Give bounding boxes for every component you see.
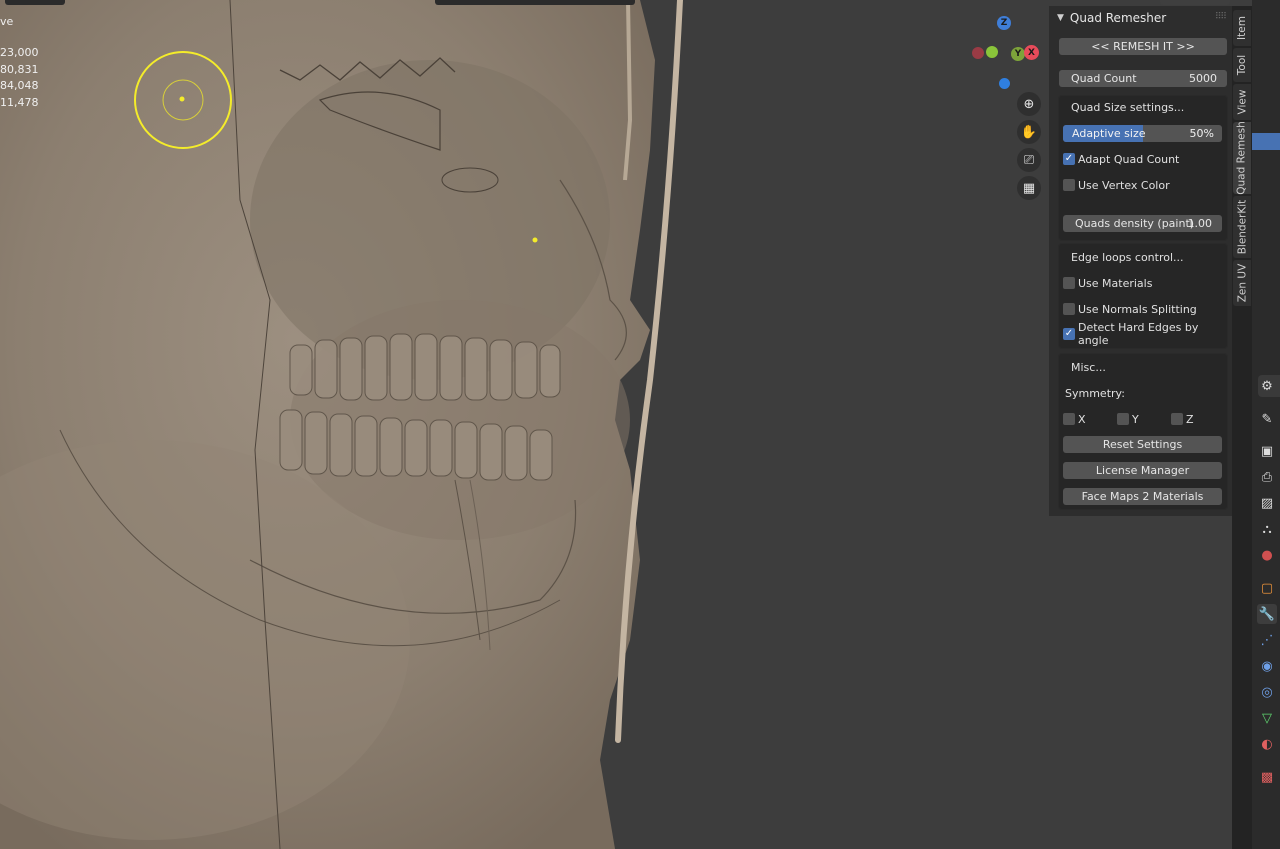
license-manager-button[interactable]: License Manager: [1063, 462, 1222, 479]
gizmo-y-label: Y: [1014, 49, 1022, 59]
remesh-it-button[interactable]: << REMESH IT >>: [1059, 38, 1227, 55]
adapt-quad-count-checkbox[interactable]: ✓ Adapt Quad Count: [1063, 151, 1179, 167]
tab-quad-remesh[interactable]: Quad Remesh: [1233, 121, 1251, 195]
use-vertex-color-checkbox[interactable]: Use Vertex Color: [1063, 177, 1170, 193]
symmetry-y-checkbox[interactable]: Y: [1117, 411, 1139, 427]
tab-view[interactable]: View: [1233, 84, 1251, 120]
tab-item[interactable]: Item: [1233, 10, 1251, 46]
sidebar-tabs: Item Tool View Quad Remesh BlenderKit Ze…: [1232, 6, 1252, 849]
symmetry-x-checkbox[interactable]: X: [1063, 411, 1086, 427]
scene-statistics: ve 23,000 80,831 84,048 11,478: [0, 14, 39, 112]
tab-quad-remesh-label: Quad Remesh: [1236, 121, 1248, 195]
use-materials-checkbox[interactable]: Use Materials: [1063, 275, 1152, 291]
use-normals-splitting-checkbox[interactable]: Use Normals Splitting: [1063, 301, 1197, 317]
quad-remesher-panel: ▼ Quad Remesher ⠿⠿ << REMESH IT >> Quad …: [1049, 6, 1232, 516]
checkbox-checked-icon[interactable]: ✓: [1063, 328, 1075, 340]
constraints-properties-icon[interactable]: ◎: [1257, 682, 1277, 702]
edge-loops-title: Edge loops control...: [1071, 251, 1184, 264]
output-properties-icon[interactable]: ⎙: [1257, 467, 1277, 487]
face-maps-2-materials-button[interactable]: Face Maps 2 Materials: [1063, 488, 1222, 505]
tab-zen-uv-label: Zen UV: [1236, 263, 1249, 303]
checkbox-unchecked-icon[interactable]: [1171, 413, 1183, 425]
gizmo-z-label: Z: [1000, 18, 1008, 28]
render-properties-icon[interactable]: ▣: [1257, 441, 1277, 461]
detect-hard-edges-label: Detect Hard Edges by angle: [1077, 321, 1199, 347]
quad-size-title: Quad Size settings...: [1071, 101, 1185, 114]
stat-line: 11,478: [0, 96, 39, 110]
camera-icon[interactable]: ⎚: [1017, 148, 1041, 172]
quad-count-field[interactable]: Quad Count 5000: [1059, 70, 1227, 87]
drag-grip-icon[interactable]: ⠿⠿: [1215, 12, 1227, 22]
stat-line: 84,048: [0, 79, 39, 93]
checkbox-unchecked-icon[interactable]: [1063, 179, 1075, 191]
outliner-selected-row[interactable]: [1252, 133, 1280, 150]
mode-label: ve: [0, 15, 14, 28]
zoom-icon[interactable]: ⊕: [1017, 92, 1041, 116]
grid-perspective-icon[interactable]: ▦: [1017, 176, 1041, 200]
physics-properties-icon[interactable]: ◉: [1257, 656, 1277, 676]
use-materials-label: Use Materials: [1078, 276, 1153, 290]
tab-item-label: Item: [1236, 16, 1248, 40]
quads-density-field[interactable]: Quads density (paint) 1.00: [1063, 215, 1222, 232]
gizmo-y-axis-neg[interactable]: [986, 46, 998, 58]
tab-blenderkit[interactable]: BlenderKit: [1233, 196, 1251, 258]
texture-properties-icon[interactable]: ▩: [1257, 767, 1277, 787]
tool-settings-icon[interactable]: ✎: [1257, 409, 1277, 429]
misc-title: Misc...: [1071, 361, 1106, 374]
object-data-icon[interactable]: ▽: [1257, 708, 1277, 728]
world-properties-icon[interactable]: ●: [1257, 545, 1277, 565]
checkbox-checked-icon[interactable]: ✓: [1063, 153, 1075, 165]
scene-properties-icon[interactable]: ⛬: [1257, 519, 1277, 539]
checkbox-unchecked-icon[interactable]: [1063, 277, 1075, 289]
adapt-quad-count-label: Adapt Quad Count: [1078, 152, 1180, 166]
misc-box: [1058, 353, 1228, 510]
use-normals-splitting-label: Use Normals Splitting: [1078, 302, 1197, 316]
stat-line: 23,000: [0, 45, 39, 59]
quad-count-label: Quad Count: [1071, 72, 1137, 85]
display-toggle-icon[interactable]: ⚙: [1257, 376, 1277, 396]
header-widget-left[interactable]: [5, 0, 65, 5]
reset-settings-button[interactable]: Reset Settings: [1063, 436, 1222, 453]
stat-line: 80,831: [0, 62, 39, 76]
particles-properties-icon[interactable]: ⋰: [1257, 630, 1277, 650]
gizmo-neg-z-axis[interactable]: [999, 78, 1010, 89]
view-layer-icon[interactable]: ▨: [1257, 493, 1277, 513]
quads-density-value: 1.00: [1187, 217, 1213, 230]
checkbox-unchecked-icon[interactable]: [1063, 303, 1075, 315]
symmetry-y-label: Y: [1132, 412, 1139, 426]
symmetry-z-checkbox[interactable]: Z: [1171, 411, 1194, 427]
collapse-triangle-icon[interactable]: ▼: [1057, 13, 1064, 23]
symmetry-label: Symmetry:: [1065, 387, 1125, 400]
material-properties-icon[interactable]: ◐: [1257, 734, 1277, 754]
detect-hard-edges-checkbox[interactable]: ✓ Detect Hard Edges by angle: [1063, 321, 1232, 347]
pan-hand-icon[interactable]: ✋: [1017, 120, 1041, 144]
tab-view-label: View: [1236, 89, 1249, 115]
checkbox-unchecked-icon[interactable]: [1063, 413, 1075, 425]
gizmo-x-axis[interactable]: X: [1024, 45, 1039, 60]
quads-density-label: Quads density (paint): [1075, 217, 1195, 230]
gizmo-x-label: X: [1028, 47, 1035, 58]
symmetry-z-label: Z: [1186, 412, 1194, 426]
modifier-properties-icon[interactable]: 🔧: [1257, 604, 1277, 624]
tab-tool[interactable]: Tool: [1233, 48, 1251, 82]
gizmo-y-axis[interactable]: Y: [1011, 47, 1025, 61]
gizmo-neg-x-axis[interactable]: [972, 47, 984, 59]
adaptive-size-value: 50%: [1189, 127, 1214, 140]
tab-blenderkit-label: BlenderKit: [1236, 199, 1249, 255]
tab-zen-uv[interactable]: Zen UV: [1233, 260, 1251, 306]
panel-header[interactable]: ▼ Quad Remesher ⠿⠿: [1049, 6, 1232, 30]
quad-count-value: 5000: [1189, 72, 1217, 85]
checkbox-unchecked-icon[interactable]: [1117, 413, 1129, 425]
object-properties-icon[interactable]: ▢: [1257, 578, 1277, 598]
header-widget-mid[interactable]: [435, 0, 635, 5]
tab-tool-label: Tool: [1236, 54, 1248, 76]
panel-title: Quad Remesher: [1069, 11, 1167, 25]
symmetry-x-label: X: [1078, 412, 1086, 426]
gizmo-z-axis[interactable]: Z: [997, 16, 1011, 30]
header-widget-right[interactable]: [1160, 0, 1230, 5]
adaptive-size-slider[interactable]: Adaptive size 50%: [1063, 125, 1222, 142]
use-vertex-color-label: Use Vertex Color: [1078, 178, 1170, 192]
adaptive-size-label: Adaptive size: [1072, 127, 1146, 140]
